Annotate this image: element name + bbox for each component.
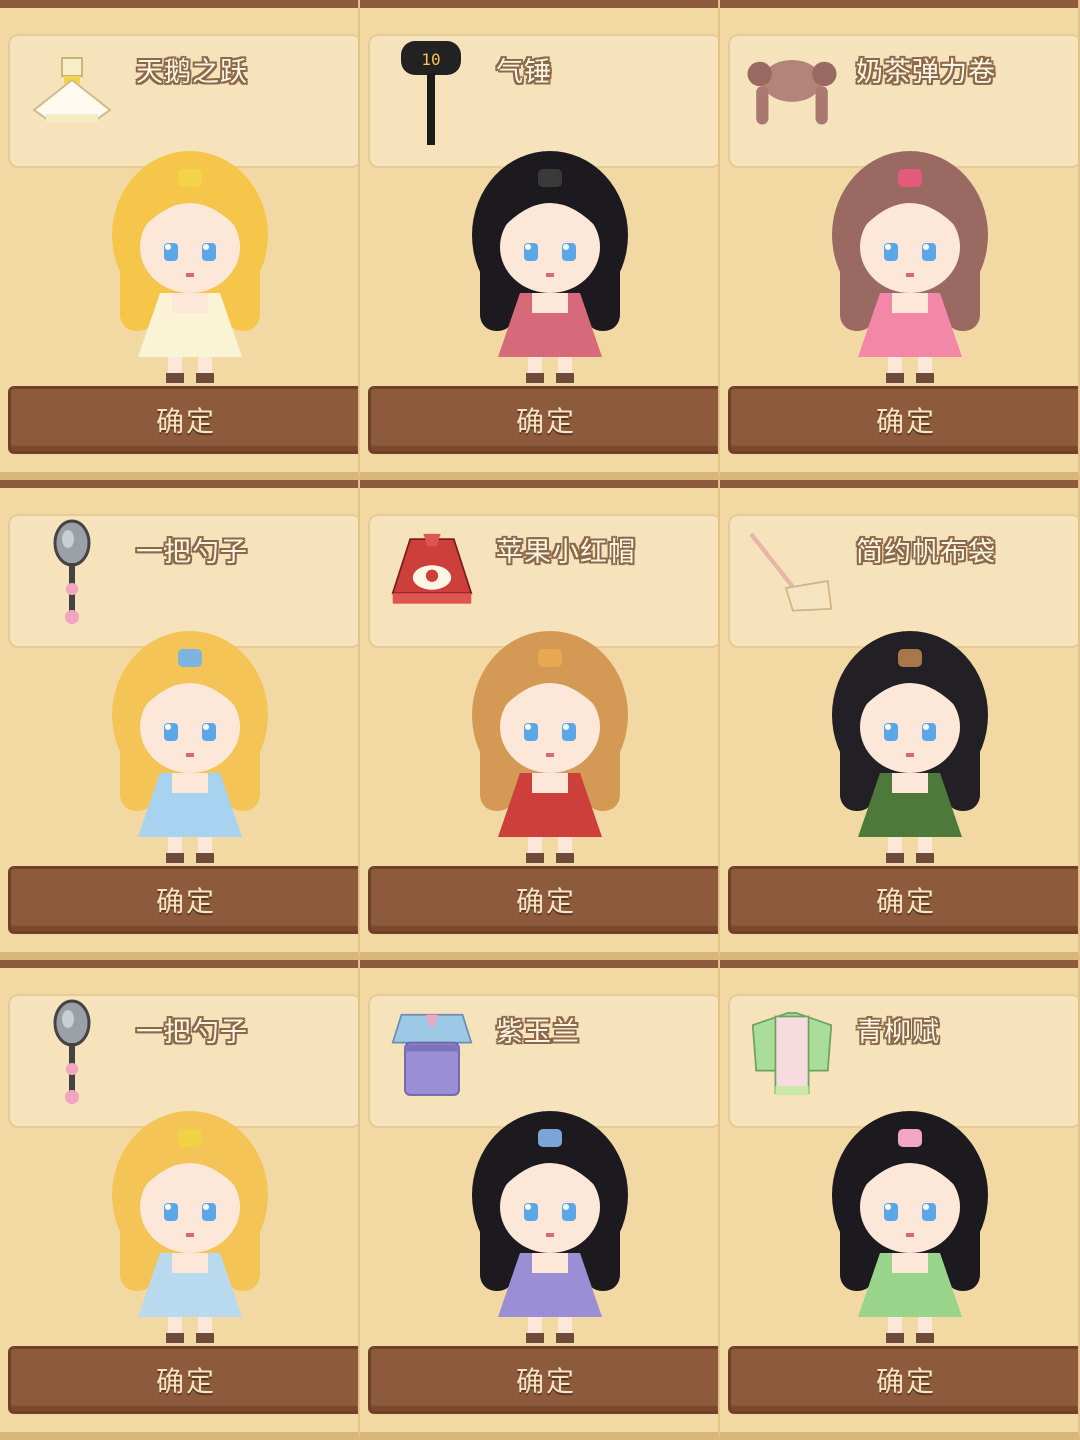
spoon-icon [24,519,120,624]
card-top-border [360,0,718,8]
card-top-border [360,480,718,488]
confirm-button-label: 确定 [515,885,576,918]
outfit-card: 一把勺子 确定 [0,960,360,1440]
confirm-button-label: 确定 [155,885,216,918]
character-preview [90,1095,290,1345]
character-preview-0 [112,151,268,383]
card-top-border [0,0,358,8]
card-top-border [0,480,358,488]
character-preview [90,135,290,385]
confirm-button-label: 确定 [875,885,936,918]
confirm-button[interactable]: 确定 [8,866,358,934]
outfit-card: 简约帆布袋 确定 [720,480,1080,960]
character-preview [810,135,1010,385]
ballet-dress-icon [24,46,120,142]
outfit-card: 紫玉兰 确定 [360,960,720,1440]
item-name: 一把勺子 [136,1017,248,1048]
confirm-button[interactable]: 确定 [728,866,1078,934]
character-preview-7 [472,1111,628,1343]
outfit-card: 10 气锤 确定 [360,0,720,480]
character-preview-8 [832,1111,988,1343]
curly-hair-icon [744,46,840,142]
item-name: 天鹅之跃 [136,57,248,88]
confirm-button[interactable]: 确定 [368,866,718,934]
character-preview [450,1095,650,1345]
confirm-button-label: 确定 [515,405,576,438]
character-preview-4 [472,631,628,863]
hanfu-purple-icon [384,1006,480,1102]
character-preview-2 [832,151,988,383]
confirm-button[interactable]: 确定 [8,386,358,454]
confirm-button-label: 确定 [875,1365,936,1398]
confirm-button[interactable]: 确定 [728,1346,1078,1414]
item-name: 紫玉兰 [496,1017,580,1048]
confirm-button[interactable]: 确定 [8,1346,358,1414]
character-preview-3 [112,631,268,863]
confirm-button-label: 确定 [875,405,936,438]
outfit-card: 奶茶弹力卷 确定 [720,0,1080,480]
confirm-button-label: 确定 [515,1365,576,1398]
item-name: 简约帆布袋 [856,537,996,568]
outfit-card: 青柳赋 确定 [720,960,1080,1440]
character-preview [90,615,290,865]
character-preview-5 [832,631,988,863]
spoon-icon [24,999,120,1104]
outfit-card: 一把勺子 确定 [0,480,360,960]
card-top-border [720,0,1078,8]
item-name: 青柳赋 [856,1017,940,1048]
hammer-icon: 10 [384,41,480,145]
character-preview [450,615,650,865]
confirm-button-label: 确定 [155,1365,216,1398]
character-preview [810,615,1010,865]
canvas-bag-icon [744,526,840,622]
confirm-button[interactable]: 确定 [368,386,718,454]
character-preview-6 [112,1111,268,1343]
svg-text:10: 10 [421,50,440,69]
character-preview [810,1095,1010,1345]
card-top-border [720,480,1078,488]
confirm-button[interactable]: 确定 [368,1346,718,1414]
red-cape-dress-icon [384,526,480,622]
outfit-card-grid: 天鹅之跃 确定 10 气锤 确定 奶茶弹力卷 确定 一把勺子 确定 苹果小红帽 … [0,0,1080,1440]
card-top-border [360,960,718,968]
confirm-button-label: 确定 [155,405,216,438]
outfit-card: 天鹅之跃 确定 [0,0,360,480]
item-name: 苹果小红帽 [496,537,636,568]
character-preview [450,135,650,385]
item-name: 奶茶弹力卷 [856,57,996,88]
confirm-button[interactable]: 确定 [728,386,1078,454]
item-name: 气锤 [496,57,552,88]
outfit-card: 苹果小红帽 确定 [360,480,720,960]
character-preview-1 [472,151,628,383]
card-top-border [720,960,1078,968]
card-top-border [0,960,358,968]
hanfu-green-icon [744,1006,840,1102]
item-name: 一把勺子 [136,537,248,568]
